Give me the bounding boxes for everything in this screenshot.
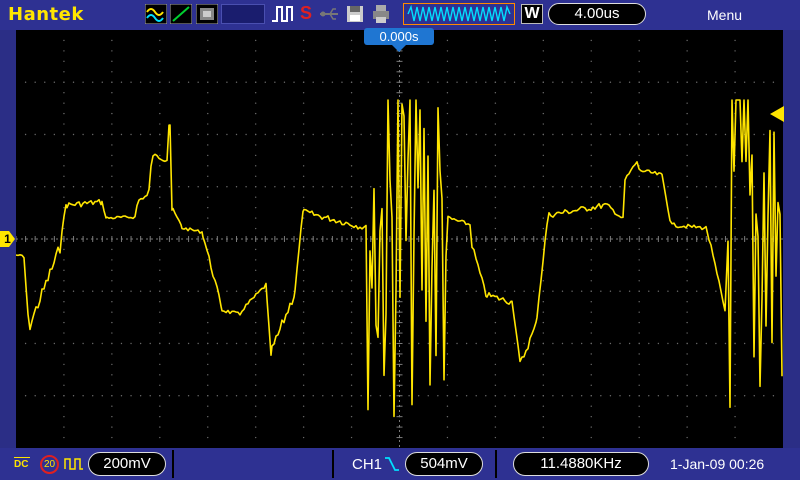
ch1-trace [16, 99, 783, 418]
w-button[interactable]: W [521, 4, 543, 24]
top-toolbar: Hantek S W 4.00us Menu [0, 0, 800, 30]
volts-per-div-display[interactable]: 200mV [88, 452, 166, 476]
datetime-display: 1-Jan-09 00:26 [670, 456, 765, 472]
menu-button[interactable]: Menu [707, 7, 742, 23]
brand-logo: Hantek [8, 4, 84, 25]
divider [332, 450, 334, 478]
divider [172, 450, 174, 478]
waveform-overview-icon [407, 4, 511, 22]
cursor-line-icon[interactable] [170, 4, 192, 24]
coupling-indicator: DC [14, 454, 30, 470]
waveform-overview[interactable] [403, 3, 515, 25]
coupling-label: DC [14, 459, 29, 470]
trigger-position-label[interactable]: 0.000s [364, 28, 434, 45]
usb-icon [320, 8, 338, 20]
frequency-display: 11.4880KHz [513, 452, 649, 476]
single-trigger-icon[interactable]: S [300, 3, 312, 24]
dc-coupling-icon [14, 454, 30, 458]
trigger-level-marker[interactable] [770, 106, 784, 122]
status-box [221, 4, 265, 24]
trigger-source-label: CH1 [352, 456, 383, 473]
wave-display-icon[interactable] [145, 4, 167, 24]
persistence-icon[interactable] [196, 4, 218, 24]
channel1-marker[interactable]: 1 [0, 231, 15, 247]
bandwidth-limit-badge: 20 [40, 455, 59, 474]
waveform-display [16, 99, 783, 418]
timebase-display[interactable]: 4.00us [548, 3, 646, 25]
divider [495, 450, 497, 478]
falling-edge-icon [385, 457, 399, 471]
printer-icon[interactable] [372, 4, 390, 24]
save-icon[interactable] [346, 4, 364, 24]
bottom-status-bar: DC 20 200mV CH1 504mV 11.4880KHz 1-Jan-0… [0, 448, 800, 480]
trigger-level-display[interactable]: 504mV [405, 452, 483, 476]
trigger-position-arrow[interactable] [392, 45, 406, 52]
run-stop-icon[interactable] [270, 4, 296, 24]
probe-icon [64, 458, 83, 470]
scope-screen [16, 30, 783, 448]
